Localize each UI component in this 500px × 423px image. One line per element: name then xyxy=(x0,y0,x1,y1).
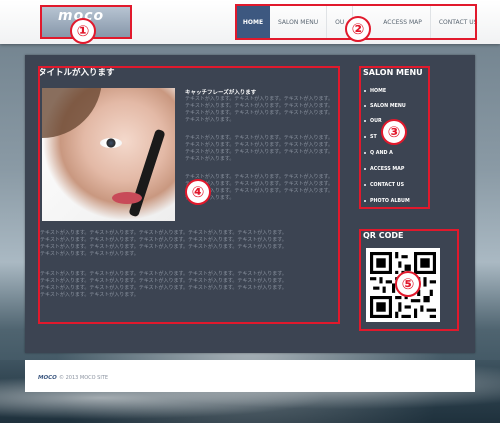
footer-logo[interactable]: MOCO xyxy=(38,375,57,381)
nav-salon-menu[interactable]: SALON MENU xyxy=(270,5,326,39)
nav-contact-us[interactable]: CONTACT US xyxy=(429,5,486,39)
footer-copyright: © 2013 MOCO SITE xyxy=(59,375,109,381)
badge-2: ② xyxy=(345,16,371,42)
badge-3: ③ xyxy=(381,119,407,145)
badge-5: ⑤ xyxy=(395,271,421,297)
badge-1: ① xyxy=(70,18,96,44)
badge-4: ④ xyxy=(185,179,211,205)
nav-home[interactable]: HOME xyxy=(236,5,270,39)
